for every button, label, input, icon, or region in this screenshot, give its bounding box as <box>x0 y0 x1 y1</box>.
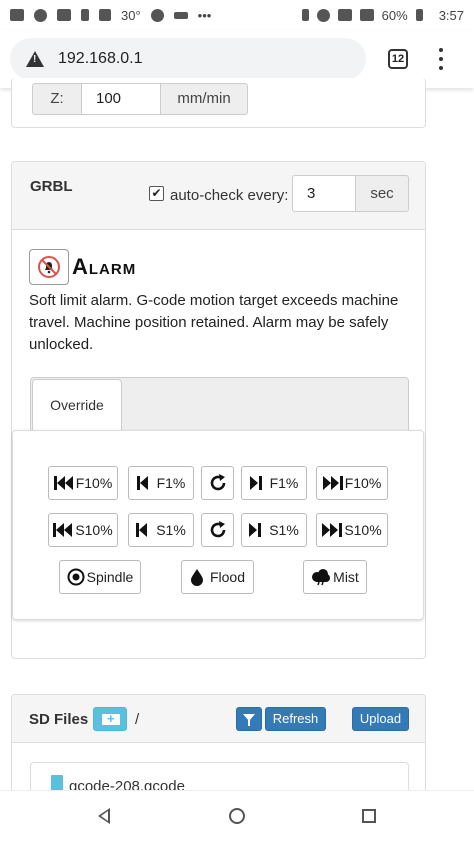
recents-icon[interactable] <box>362 809 376 823</box>
gmail-icon <box>57 9 71 21</box>
fast-forward-icon <box>322 476 343 490</box>
flood-label: Flood <box>209 569 246 585</box>
step-back-icon <box>136 523 148 537</box>
spindle-label: Spindle <box>86 569 134 585</box>
home-icon[interactable] <box>229 808 245 824</box>
back-icon[interactable] <box>98 808 110 824</box>
speed-minus-10-button[interactable]: S10% <box>48 513 118 547</box>
lightning-icon <box>81 9 89 21</box>
grbl-tab-bar: Override <box>30 377 409 431</box>
speed-minus-10-label: S10% <box>75 522 113 538</box>
speed-plus-1-label: S1% <box>269 522 299 538</box>
speed-plus-1-button[interactable]: S1% <box>241 513 307 547</box>
speed-minus-1-button[interactable]: S1% <box>128 513 194 547</box>
speed-plus-10-button[interactable]: S10% <box>316 513 388 547</box>
spindle-icon <box>67 568 85 586</box>
sd-files-header: SD Files / Refresh Upload <box>12 695 425 743</box>
sd-files-panel: SD Files / Refresh Upload gcode-208.gcod… <box>11 694 426 802</box>
feed-plus-1-button[interactable]: F1% <box>241 466 307 500</box>
status-bar: 30° ••• 60% 3:57 <box>0 0 474 30</box>
flood-icon <box>190 569 203 586</box>
file-icon <box>51 775 63 791</box>
signal-icon <box>359 9 374 21</box>
battery-level: 60% <box>381 7 408 23</box>
feed-minus-10-button[interactable]: F10% <box>48 466 118 500</box>
speed-plus-10-label: S10% <box>344 522 382 538</box>
feed-plus-1-label: F1% <box>269 475 299 491</box>
fast-rewind-icon <box>53 523 73 537</box>
speed-minus-1-label: S1% <box>156 522 186 538</box>
wifi-icon <box>337 9 352 21</box>
system-nav-bar <box>0 790 474 842</box>
voicemail-icon <box>173 11 188 19</box>
address-bar[interactable]: 192.168.0.1 <box>10 38 366 80</box>
autocheck-checkbox[interactable]: ✔ <box>149 186 164 201</box>
mist-button[interactable]: Mist <box>303 560 367 594</box>
youtube-icon <box>10 9 24 21</box>
spindle-button[interactable]: Spindle <box>59 560 141 594</box>
feed-plus-10-button[interactable]: F10% <box>316 466 388 500</box>
step-forward-icon <box>249 476 262 490</box>
alarm-message: Soft limit alarm. G-code motion target e… <box>29 292 399 353</box>
new-folder-button[interactable] <box>93 707 127 731</box>
grbl-panel: GRBL ✔ auto-check every: 3 sec Alarm Sof… <box>11 161 426 659</box>
panel-title: GRBL <box>30 178 73 195</box>
browser-menu-button[interactable] <box>438 48 444 70</box>
sd-current-path: / <box>135 711 140 728</box>
alarm-bell-icon[interactable] <box>29 249 69 285</box>
more-notifications-icon: ••• <box>197 7 212 23</box>
mist-icon <box>312 569 331 586</box>
upload-button[interactable]: Upload <box>352 707 409 731</box>
url-text[interactable]: 192.168.0.1 <box>58 50 143 68</box>
tab-override[interactable]: Override <box>32 379 122 431</box>
weather-icon <box>150 8 164 22</box>
sd-files-title: SD Files <box>29 711 89 728</box>
feed-reset-button[interactable] <box>201 466 234 500</box>
grbl-panel-header: GRBL ✔ auto-check every: 3 sec <box>12 162 425 230</box>
z-axis-label: Z: <box>32 83 82 115</box>
filter-button[interactable] <box>236 707 262 731</box>
refresh-button[interactable]: Refresh <box>265 707 326 731</box>
reset-icon <box>210 474 225 491</box>
fast-rewind-icon <box>53 476 73 490</box>
bluetooth-icon <box>301 9 309 21</box>
fast-forward-icon <box>322 523 343 537</box>
override-panel: F10% F1% F1% F10% S10% S1% S1% S10% Spin… <box>12 430 424 620</box>
flood-button[interactable]: Flood <box>181 560 254 594</box>
dnd-icon <box>316 8 330 22</box>
clock: 3:57 <box>438 7 464 23</box>
step-back-icon <box>136 476 148 490</box>
autocheck-interval-input[interactable]: 3 <box>292 175 356 212</box>
autocheck-label: auto-check every: <box>170 187 289 204</box>
reddit-icon <box>34 8 47 22</box>
tab-switcher-button[interactable]: 12 <box>388 49 408 69</box>
jog-panel: Z: 100 mm/min <box>11 78 426 128</box>
not-secure-warning-icon[interactable] <box>26 51 44 67</box>
mist-label: Mist <box>333 569 359 585</box>
feed-minus-1-button[interactable]: F1% <box>128 466 194 500</box>
alarm-title: Alarm <box>72 254 137 279</box>
app-icon <box>99 9 111 21</box>
feed-minus-10-label: F10% <box>75 475 113 491</box>
step-forward-icon <box>249 523 262 537</box>
z-feedrate-input[interactable]: 100 <box>81 83 161 115</box>
feed-minus-1-label: F1% <box>156 475 186 491</box>
autocheck-interval-unit: sec <box>355 175 409 212</box>
speed-reset-button[interactable] <box>201 513 234 547</box>
z-feedrate-unit: mm/min <box>160 83 248 115</box>
feed-plus-10-label: F10% <box>344 475 382 491</box>
battery-icon <box>415 9 423 21</box>
temperature: 30° <box>121 7 141 23</box>
reset-icon <box>210 521 225 538</box>
